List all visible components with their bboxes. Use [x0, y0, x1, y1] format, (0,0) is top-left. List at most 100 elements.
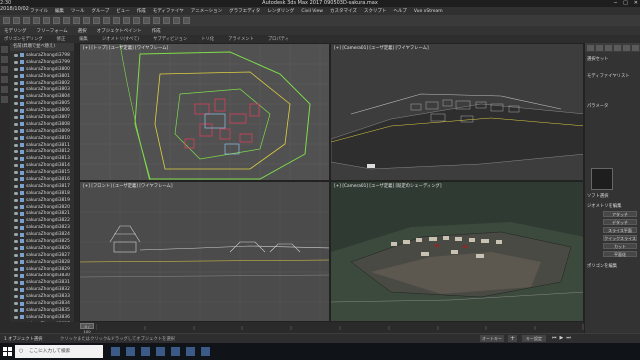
- menu-modifiers[interactable]: モディファイヤ: [153, 8, 184, 14]
- motion-tab-icon[interactable]: [614, 44, 621, 51]
- list-item[interactable]: sakuraZhongdi3820: [10, 204, 74, 211]
- time-slider-handle[interactable]: 0 / 100: [80, 323, 94, 334]
- create-tab-icon[interactable]: [587, 44, 594, 51]
- list-item[interactable]: sakuraZhongdi3812: [10, 148, 74, 155]
- list-item[interactable]: sakuraZhongdi3815: [10, 169, 74, 176]
- material-editor-icon[interactable]: [163, 17, 170, 24]
- menu-help[interactable]: ヘルプ: [393, 8, 407, 14]
- list-item[interactable]: sakuraZhongdi3832: [10, 286, 74, 293]
- list-item[interactable]: sakuraZhongdi3804: [10, 93, 74, 100]
- ribbon-geometry[interactable]: ジオメトリ(すべて): [102, 36, 139, 42]
- store-icon[interactable]: [156, 347, 165, 356]
- list-item[interactable]: sakuraZhongdi3818: [10, 190, 74, 197]
- plus-icon[interactable]: +: [508, 335, 517, 342]
- scale-icon[interactable]: [93, 17, 100, 24]
- visibility-eye-icon[interactable]: [14, 102, 18, 106]
- ribbon-triangulation[interactable]: トリ化: [201, 36, 214, 42]
- minimize-icon[interactable]: ─: [614, 0, 617, 7]
- list-item[interactable]: sakuraZhongdi3814: [10, 162, 74, 169]
- attach-button[interactable]: アタッチ: [603, 211, 637, 217]
- visibility-eye-icon[interactable]: [14, 219, 18, 223]
- visibility-eye-icon[interactable]: [14, 198, 18, 202]
- visibility-eye-icon[interactable]: [14, 281, 18, 285]
- slice-plane-button[interactable]: スライス平面: [603, 227, 637, 233]
- menu-view[interactable]: ビュー: [116, 8, 130, 14]
- visibility-eye-icon[interactable]: [14, 315, 18, 319]
- modify-tab-icon[interactable]: [596, 44, 603, 51]
- menu-animation[interactable]: アニメーション: [191, 8, 222, 14]
- color-swatch[interactable]: [591, 168, 613, 190]
- list-item[interactable]: sakuraZhongdi3821: [10, 210, 74, 217]
- task-view-icon[interactable]: [111, 347, 120, 356]
- visibility-eye-icon[interactable]: [14, 239, 18, 243]
- viewport-camera-wireframe[interactable]: [+] [Camera01] [ユーザ定義] [ワイヤフレーム]: [330, 43, 584, 181]
- list-item[interactable]: sakuraZhongdi3835: [10, 307, 74, 314]
- list-item[interactable]: sakuraZhongdi3799: [10, 59, 74, 66]
- list-item[interactable]: sakuraZhongdi3827: [10, 252, 74, 259]
- visibility-eye-icon[interactable]: [14, 74, 18, 78]
- visibility-eye-icon[interactable]: [14, 295, 18, 299]
- list-item[interactable]: sakuraZhongdi3810: [10, 135, 74, 142]
- filter-lights-icon[interactable]: [1, 66, 8, 73]
- list-item[interactable]: sakuraZhongdi3811: [10, 142, 74, 149]
- list-item[interactable]: sakuraZhongdi3836: [10, 314, 74, 321]
- visibility-eye-icon[interactable]: [14, 253, 18, 257]
- visibility-eye-icon[interactable]: [14, 95, 18, 99]
- list-item[interactable]: sakuraZhongdi3817: [10, 183, 74, 190]
- hierarchy-tab-icon[interactable]: [605, 44, 612, 51]
- planar-button[interactable]: 平面化: [603, 251, 637, 257]
- list-item[interactable]: sakuraZhongdi3831: [10, 279, 74, 286]
- list-item[interactable]: sakuraZhongdi3809: [10, 128, 74, 135]
- list-item[interactable]: sakuraZhongdi3813: [10, 155, 74, 162]
- visibility-eye-icon[interactable]: [14, 177, 18, 181]
- list-item[interactable]: sakuraZhongdi3807: [10, 114, 74, 121]
- list-item[interactable]: sakuraZhongdi3798: [10, 52, 74, 59]
- visibility-eye-icon[interactable]: [14, 115, 18, 119]
- utilities-tab-icon[interactable]: [632, 44, 639, 51]
- visibility-eye-icon[interactable]: [14, 88, 18, 92]
- menu-group[interactable]: グループ: [92, 8, 110, 14]
- list-item[interactable]: sakuraZhongdi3801: [10, 73, 74, 80]
- list-item[interactable]: sakuraZhongdi3800: [10, 66, 74, 73]
- select-by-name-icon[interactable]: [63, 17, 70, 24]
- filter-spacewarps-icon[interactable]: [1, 96, 8, 103]
- list-item[interactable]: sakuraZhongdi3828: [10, 259, 74, 266]
- detach-button[interactable]: デタッチ: [603, 219, 637, 225]
- time-slider[interactable]: 0 / 100: [0, 322, 584, 334]
- list-item[interactable]: sakuraZhongdi3825: [10, 238, 74, 245]
- explorer-column-header[interactable]: 名前(昇順で並べ替え): [10, 43, 74, 51]
- menu-scripting[interactable]: スクリプト: [364, 8, 387, 14]
- close-icon[interactable]: ✕: [634, 0, 638, 7]
- visibility-eye-icon[interactable]: [14, 288, 18, 292]
- snap-icon[interactable]: [103, 17, 110, 24]
- visibility-eye-icon[interactable]: [14, 171, 18, 175]
- menu-edit[interactable]: 編集: [55, 8, 64, 14]
- ribbon-edit[interactable]: 編集: [79, 36, 88, 42]
- move-icon[interactable]: [73, 17, 80, 24]
- list-item[interactable]: sakuraZhongdi3824: [10, 231, 74, 238]
- photoshop-icon[interactable]: [201, 347, 210, 356]
- list-item[interactable]: sakuraZhongdi3833: [10, 293, 74, 300]
- undo-icon[interactable]: [3, 17, 10, 24]
- angle-snap-icon[interactable]: [113, 17, 120, 24]
- viewport-front-label[interactable]: [+] [フロント] [ユーザ定義] [ワイヤフレーム]: [83, 183, 173, 189]
- filter-shapes-icon[interactable]: [1, 56, 8, 63]
- viewport-top[interactable]: [+] [トップ] [ユーザ定義] [ワイヤフレーム]: [79, 43, 330, 181]
- viewport-camera1-label[interactable]: [+] [Camera01] [ユーザ定義] [ワイヤフレーム]: [334, 45, 429, 51]
- taskbar-clock[interactable]: 2:30 2018/10/02: [0, 0, 29, 12]
- quickslice-button[interactable]: クイックスライス: [603, 235, 637, 241]
- mirror-icon[interactable]: [123, 17, 130, 24]
- list-item[interactable]: sakuraZhongdi3823: [10, 224, 74, 231]
- visibility-eye-icon[interactable]: [14, 302, 18, 305]
- ribbon-tab-selection[interactable]: 選択: [78, 28, 87, 34]
- windows-start-icon[interactable]: [0, 343, 14, 360]
- list-item[interactable]: sakuraZhongdi3805: [10, 100, 74, 107]
- cut-button[interactable]: カット: [603, 243, 637, 249]
- list-item[interactable]: sakuraZhongdi3816: [10, 176, 74, 183]
- menu-civil-view[interactable]: Civil View: [301, 9, 323, 14]
- menu-customize[interactable]: カスタマイズ: [330, 8, 357, 14]
- list-item[interactable]: sakuraZhongdi3806: [10, 107, 74, 114]
- visibility-eye-icon[interactable]: [14, 233, 18, 237]
- rotate-icon[interactable]: [83, 17, 90, 24]
- section-parameters[interactable]: パラメータ: [587, 103, 608, 109]
